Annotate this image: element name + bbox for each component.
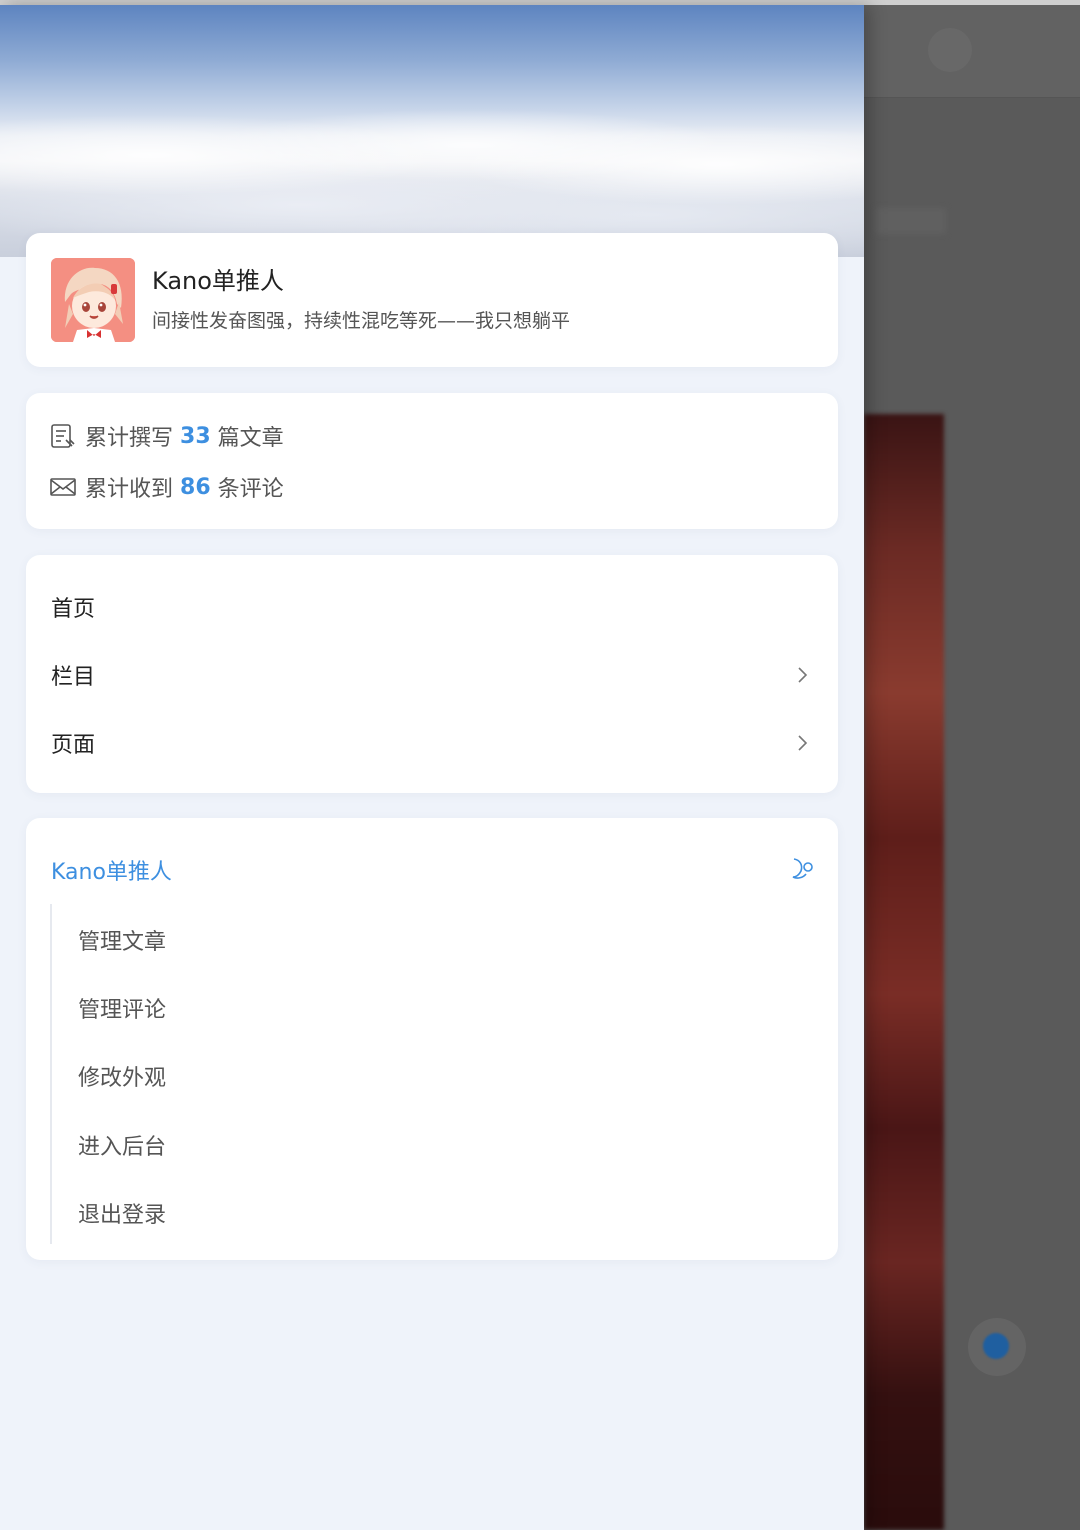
- menu-item-manage-posts[interactable]: 管理文章: [78, 924, 166, 956]
- profile-bio: 间接性发奋图强，持续性混吃等死——我只想躺平: [152, 310, 571, 332]
- stats-card: 累计撰写 33 篇文章 累计收到 86 条评论: [26, 393, 838, 529]
- nav-item-categories[interactable]: 栏目: [26, 645, 838, 705]
- mail-icon: [50, 474, 76, 500]
- stat-articles-suffix: 篇文章: [217, 426, 284, 451]
- menu-item-manage-comments[interactable]: 管理评论: [78, 992, 166, 1024]
- user-menu-title[interactable]: Kano单推人: [51, 854, 172, 886]
- stat-articles: 累计撰写 33 篇文章: [50, 421, 284, 451]
- header-cover-image: [0, 5, 864, 257]
- moon-icon[interactable]: [790, 856, 814, 880]
- user-menu-card: Kano单推人 管理文章 管理评论 修改外观 进入后台 退出登录: [26, 818, 838, 1260]
- nav-card: 首页 栏目 页面: [26, 555, 838, 793]
- stat-comments-prefix: 累计收到: [85, 477, 174, 502]
- search-icon: [928, 28, 972, 72]
- stat-articles-prefix: 累计撰写: [85, 426, 174, 451]
- background-image: [864, 414, 944, 1530]
- stat-comments-count: 86: [180, 474, 211, 500]
- user-submenu: 管理文章 管理评论 修改外观 进入后台 退出登录: [50, 904, 812, 1244]
- stat-articles-count: 33: [180, 423, 211, 449]
- chevron-right-icon: [794, 733, 810, 753]
- menu-item-logout[interactable]: 退出登录: [78, 1197, 166, 1229]
- floating-action-dot: [983, 1333, 1009, 1359]
- nav-item-label: 页面: [51, 733, 96, 758]
- stat-comments: 累计收到 86 条评论: [50, 472, 284, 502]
- side-drawer: Kano单推人 间接性发奋图强，持续性混吃等死——我只想躺平 累计撰写 33 篇…: [0, 5, 864, 1530]
- article-icon: [50, 423, 76, 449]
- nav-item-pages[interactable]: 页面: [26, 713, 838, 773]
- stat-comments-suffix: 条评论: [217, 477, 284, 502]
- nav-item-label: 首页: [51, 597, 96, 622]
- chevron-right-icon: [794, 665, 810, 685]
- nav-item-label: 栏目: [51, 665, 96, 690]
- background-header: [864, 5, 1080, 98]
- nav-item-home[interactable]: 首页: [26, 577, 838, 637]
- profile-card: Kano单推人 间接性发奋图强，持续性混吃等死——我只想躺平: [26, 233, 838, 367]
- avatar[interactable]: [51, 258, 135, 342]
- menu-item-admin[interactable]: 进入后台: [78, 1129, 166, 1161]
- menu-item-appearance[interactable]: 修改外观: [78, 1060, 166, 1092]
- background-text: [876, 208, 946, 234]
- profile-name: Kano单推人: [152, 267, 284, 295]
